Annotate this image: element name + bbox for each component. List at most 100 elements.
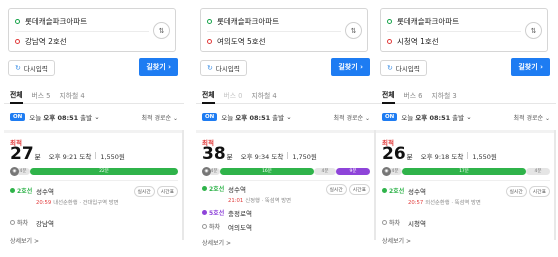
realtime-button[interactable]: 실시간	[133, 186, 155, 197]
timetable-button[interactable]: 시간표	[156, 186, 178, 197]
fare: 1,550원	[472, 153, 497, 161]
refresh-icon: ↻	[207, 64, 213, 72]
go-label: 길찾기	[338, 63, 358, 71]
start-field[interactable]: 롯데캐슬파크아파트	[15, 12, 87, 30]
route-panel-yeouido: 롯데캐슬파크아파트 여의도역 5호선 ⇅ ↻ 다시입력 길찾기 › 전체 버스 0…	[196, 0, 376, 257]
alight-marker-icon	[202, 224, 207, 229]
timetable-button[interactable]: 시간표	[348, 184, 370, 195]
station-name[interactable]: 강남역	[36, 218, 178, 228]
on-toggle[interactable]: ON	[382, 113, 398, 121]
end-field[interactable]: 강남역 2호선	[15, 32, 67, 50]
leg-buttons: 실시간 시간표	[325, 184, 370, 195]
tab-bar: 전체 버스 6 지하철 3	[376, 86, 556, 104]
on-toggle[interactable]: ON	[10, 113, 26, 121]
route-panel-cityhall: 롯데캐슬파크아파트 시청역 1호선 ⇅ ↻ 다시입력 길찾기 › 전체 버스 6 …	[376, 0, 556, 257]
on-toggle[interactable]: ON	[202, 113, 218, 121]
train-info: 20:59 내선순환행 · 건대입구역 방면	[36, 198, 134, 206]
departure-prefix: 오늘	[401, 114, 414, 122]
alight-marker-icon	[382, 220, 387, 225]
leg-board: 2호선 성수역 21:01 신정행 · 뚝섬역 방면 실시간 시간표	[202, 184, 370, 204]
tab-bus[interactable]: 버스 5	[32, 86, 51, 104]
search-route-button[interactable]: 길찾기 ›	[511, 58, 550, 76]
timetable-button[interactable]: 시간표	[528, 186, 550, 197]
start-dot-icon	[15, 18, 20, 24]
realtime-button[interactable]: 실시간	[505, 186, 527, 197]
divider	[10, 180, 178, 181]
start-text: 롯데캐슬파크아파트	[217, 16, 280, 26]
search-route-button[interactable]: 길찾기 ›	[331, 58, 370, 76]
details-link[interactable]: 상세보기 >	[202, 238, 231, 247]
scrollbar[interactable]	[182, 130, 184, 240]
chevron-down-icon: ⌄	[464, 113, 472, 121]
search-route-button[interactable]: 길찾기 ›	[139, 58, 178, 76]
sort-select[interactable]: 최적 경로순 ⌄	[142, 113, 178, 122]
station-name[interactable]: 성수역	[408, 186, 506, 196]
departure-suffix: 출발	[80, 114, 93, 122]
reset-button[interactable]: ↻ 다시입력	[200, 60, 247, 76]
line-marker-icon	[10, 188, 15, 193]
swap-icon[interactable]: ⇅	[525, 22, 542, 39]
departure-time[interactable]: 오후 08:51	[235, 112, 270, 122]
scrollbar[interactable]	[554, 130, 556, 240]
tab-bus[interactable]: 버스 6	[404, 86, 423, 104]
line-marker-icon	[382, 188, 387, 193]
sort-label: 최적 경로순	[333, 114, 364, 122]
tab-subway[interactable]: 지하철 4	[60, 86, 85, 104]
details-link[interactable]: 상세보기 >	[382, 236, 411, 245]
line5-segment: 9분	[336, 167, 370, 175]
section-divider	[4, 130, 184, 133]
line-name: 2호선	[209, 186, 225, 193]
line2-segment: 16분	[220, 167, 314, 175]
tab-subway[interactable]: 지하철 3	[432, 86, 457, 104]
leg-board: 2호선 성수역 20:57 외선순환행 · 뚝섬역 방면 실시간 시간표	[382, 186, 550, 206]
swap-icon[interactable]: ⇅	[345, 22, 362, 39]
tab-subway[interactable]: 지하철 4	[252, 86, 277, 104]
station-name[interactable]: 여의도역	[228, 222, 370, 232]
station-name[interactable]: 충정로역	[228, 208, 370, 218]
fare: 1,550원	[100, 153, 125, 161]
end-dot-icon	[207, 38, 212, 44]
departure-prefix: 오늘	[221, 114, 234, 122]
train-info: 21:01 신정행 · 뚝섬역 방면	[228, 196, 326, 204]
departure-suffix: 출발	[452, 114, 465, 122]
departure-time[interactable]: 오후 08:51	[43, 112, 78, 122]
reset-label: 다시입력	[23, 65, 48, 73]
route-search-box: 롯데캐슬파크아파트 강남역 2호선 ⇅	[8, 8, 176, 52]
realtime-button[interactable]: 실시간	[325, 184, 347, 195]
end-text: 시청역 1호선	[397, 36, 439, 46]
swap-icon[interactable]: ⇅	[153, 22, 170, 39]
station-name[interactable]: 성수역	[36, 186, 134, 196]
duration-value: 38	[202, 144, 226, 164]
go-label: 길찾기	[146, 63, 166, 71]
duration-unit: 분	[406, 153, 413, 161]
leg-buttons: 실시간 시간표	[505, 186, 550, 197]
departure-time[interactable]: 오후 08:51	[415, 112, 450, 122]
end-field[interactable]: 시청역 1호선	[387, 32, 439, 50]
reset-button[interactable]: ↻ 다시입력	[380, 60, 427, 76]
details-link[interactable]: 상세보기 >	[10, 236, 39, 245]
line-name: 하차	[17, 220, 29, 227]
divider	[382, 180, 550, 181]
departure-prefix: 오늘	[29, 114, 42, 122]
end-field[interactable]: 여의도역 5호선	[207, 32, 266, 50]
start-field[interactable]: 롯데캐슬파크아파트	[387, 12, 459, 30]
leg-alight: 하차 시청역	[382, 218, 550, 228]
separator	[287, 152, 289, 159]
leg-board: 2호선 성수역 20:59 내선순환행 · 건대입구역 방면 실시간 시간표	[10, 186, 178, 206]
arrival-time: 오후 9:34 도착	[240, 153, 284, 161]
tab-all[interactable]: 전체	[382, 86, 395, 104]
chevron-right-icon: ›	[540, 63, 543, 71]
start-field[interactable]: 롯데캐슬파크아파트	[207, 12, 279, 30]
train-time: 20:59	[36, 200, 52, 206]
chevron-down-icon: ⌄	[92, 113, 100, 121]
tab-all[interactable]: 전체	[202, 86, 215, 104]
separator	[467, 152, 469, 159]
station-name[interactable]: 시청역	[408, 218, 550, 228]
reset-button[interactable]: ↻ 다시입력	[8, 60, 55, 76]
leg-info: 성수역 21:01 신정행 · 뚝섬역 방면	[228, 184, 326, 204]
route-summary: 26 분 오후 9:18 도착 1,550원	[382, 145, 497, 163]
sort-select[interactable]: 최적 경로순 ⌄	[514, 113, 550, 122]
sort-select[interactable]: 최적 경로순 ⌄	[334, 113, 370, 122]
tab-all[interactable]: 전체	[10, 86, 23, 104]
station-name[interactable]: 성수역	[228, 184, 326, 194]
